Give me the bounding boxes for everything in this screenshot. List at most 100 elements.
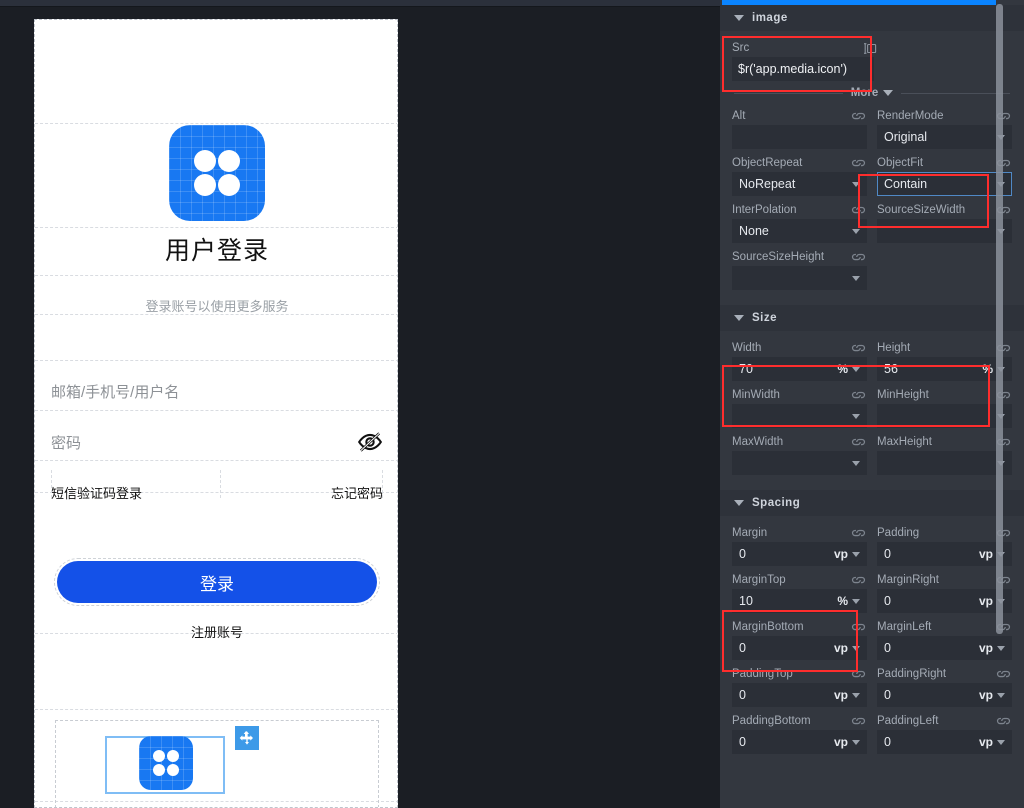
field-objectrepeat: ObjectRepeat NoRepeat: [732, 154, 867, 196]
objectrepeat-select[interactable]: NoRepeat: [732, 172, 867, 196]
sourcesizeheight-select[interactable]: [732, 266, 867, 290]
field-paddingleft: PaddingLeft 0 vp: [877, 712, 1012, 754]
chevron-down-icon[interactable]: [852, 413, 860, 419]
chevron-down-icon[interactable]: [852, 551, 860, 557]
inspector-scrollbar-thumb[interactable]: [996, 4, 1003, 634]
field-maxheight: MaxHeight: [877, 433, 1012, 475]
move-arrows-icon[interactable]: [235, 726, 259, 750]
inspector-scroll-area[interactable]: image Src $r('app.media.icon') More Alt …: [720, 5, 1024, 808]
margin-input[interactable]: 0 vp: [732, 542, 867, 566]
field-row: PaddingTop 0 vp PaddingRight 0 vp: [732, 665, 1012, 707]
chevron-down-icon[interactable]: [852, 692, 860, 698]
chevron-down-icon[interactable]: [852, 228, 860, 234]
link-icon[interactable]: [850, 715, 867, 727]
chevron-down-icon[interactable]: [734, 315, 744, 321]
marginleft-input[interactable]: 0 vp: [877, 636, 1012, 660]
link-icon[interactable]: [850, 389, 867, 401]
link-icon[interactable]: [850, 527, 867, 539]
field-paddingtop: PaddingTop 0 vp: [732, 665, 867, 707]
username-placeholder: 邮箱/手机号/用户名: [51, 383, 180, 401]
field-row: Margin 0 vp Padding 0 vp: [732, 524, 1012, 566]
chevron-down-icon[interactable]: [852, 181, 860, 187]
link-icon[interactable]: [850, 204, 867, 216]
link-icon[interactable]: [850, 574, 867, 586]
chevron-down-icon[interactable]: [852, 739, 860, 745]
divider-line-right: [901, 92, 1011, 94]
section-header-spacing[interactable]: Spacing: [720, 490, 1024, 516]
binding-reference-icon[interactable]: [862, 42, 878, 55]
four-petal-app-icon: [139, 736, 193, 790]
field-margin: Margin 0 vp: [732, 524, 867, 566]
minwidth-input[interactable]: [732, 404, 867, 428]
register-link[interactable]: 注册账号: [35, 622, 397, 641]
field-value: 0: [739, 641, 746, 655]
link-icon[interactable]: [850, 157, 867, 169]
password-input[interactable]: 密码: [35, 423, 397, 461]
field-value: None: [739, 224, 769, 238]
username-input[interactable]: 邮箱/手机号/用户名: [35, 372, 397, 410]
divider-line-left: [734, 92, 843, 94]
src-input[interactable]: $r('app.media.icon'): [732, 57, 874, 81]
field-value: NoRepeat: [739, 177, 796, 191]
chevron-down-icon[interactable]: [852, 366, 860, 372]
login-button[interactable]: 登录: [54, 558, 380, 606]
field-empty-spacer: [877, 248, 1012, 290]
minheight-input[interactable]: [877, 404, 1012, 428]
field-label: ObjectFit: [877, 157, 924, 169]
size-section-body: Width 70 % Height 56 % MinWidth MinHeigh…: [720, 331, 1024, 490]
section-header-image[interactable]: image: [720, 5, 1024, 31]
chevron-down-icon[interactable]: [852, 275, 860, 281]
field-marginbottom: MarginBottom 0 vp: [732, 618, 867, 660]
field-unit: vp: [833, 735, 848, 749]
chevron-down-icon[interactable]: [883, 90, 894, 96]
chevron-down-icon[interactable]: [734, 15, 744, 21]
marginbottom-input[interactable]: 0 vp: [732, 636, 867, 660]
paddingbottom-input[interactable]: 0 vp: [732, 730, 867, 754]
device-preview[interactable]: 用户登录 登录账号以使用更多服务 邮箱/手机号/用户名 密码 短信验证码登录 忘…: [34, 19, 398, 808]
paddingleft-input[interactable]: 0 vp: [877, 730, 1012, 754]
field-sourcesizeheight: SourceSizeHeight: [732, 248, 867, 290]
field-objectfit: ObjectFit Contain: [877, 154, 1012, 196]
width-input[interactable]: 70 %: [732, 357, 867, 381]
link-icon[interactable]: [850, 342, 867, 354]
maxheight-input[interactable]: [877, 451, 1012, 475]
link-icon[interactable]: [850, 436, 867, 448]
paddingright-input[interactable]: 0 vp: [877, 683, 1012, 707]
chevron-down-icon[interactable]: [734, 500, 744, 506]
paddingtop-input[interactable]: 0 vp: [732, 683, 867, 707]
chevron-down-icon[interactable]: [852, 460, 860, 466]
link-icon[interactable]: [850, 110, 867, 122]
objectfit-select[interactable]: Contain: [877, 172, 1012, 196]
interpolation-select[interactable]: None: [732, 219, 867, 243]
margintop-input[interactable]: 10 %: [732, 589, 867, 613]
section-header-size[interactable]: Size: [720, 305, 1024, 331]
padding-input[interactable]: 0 vp: [877, 542, 1012, 566]
alt-input[interactable]: [732, 125, 867, 149]
inspector-panel[interactable]: image Src $r('app.media.icon') More Alt …: [720, 0, 1024, 808]
marginright-input[interactable]: 0 vp: [877, 589, 1012, 613]
maxwidth-input[interactable]: [732, 451, 867, 475]
forgot-password-link[interactable]: 忘记密码: [331, 483, 397, 502]
link-icon[interactable]: [850, 668, 867, 680]
selected-image-element[interactable]: [105, 736, 225, 794]
field-value: 56: [884, 362, 898, 376]
section-title: Size: [752, 312, 778, 324]
field-value: 0: [884, 641, 891, 655]
login-title: 用户登录: [164, 237, 269, 265]
link-icon[interactable]: [850, 251, 867, 263]
guide-line: [35, 360, 397, 361]
field-row: SourceSizeHeight: [732, 248, 1012, 290]
more-divider[interactable]: More: [720, 83, 1024, 107]
link-icon[interactable]: [850, 621, 867, 633]
field-alt: Alt: [732, 107, 867, 149]
field-row: Width 70 % Height 56 %: [732, 339, 1012, 381]
design-canvas[interactable]: 用户登录 登录账号以使用更多服务 邮箱/手机号/用户名 密码 短信验证码登录 忘…: [0, 7, 720, 808]
field-label: Margin: [732, 527, 768, 539]
chevron-down-icon[interactable]: [852, 598, 860, 604]
field-value: 0: [884, 594, 891, 608]
rendermode-select[interactable]: Original: [877, 125, 1012, 149]
chevron-down-icon[interactable]: [852, 645, 860, 651]
eye-off-icon[interactable]: [357, 429, 383, 455]
height-input[interactable]: 56 %: [877, 357, 1012, 381]
sourcesizewidth-select[interactable]: [877, 219, 1012, 243]
